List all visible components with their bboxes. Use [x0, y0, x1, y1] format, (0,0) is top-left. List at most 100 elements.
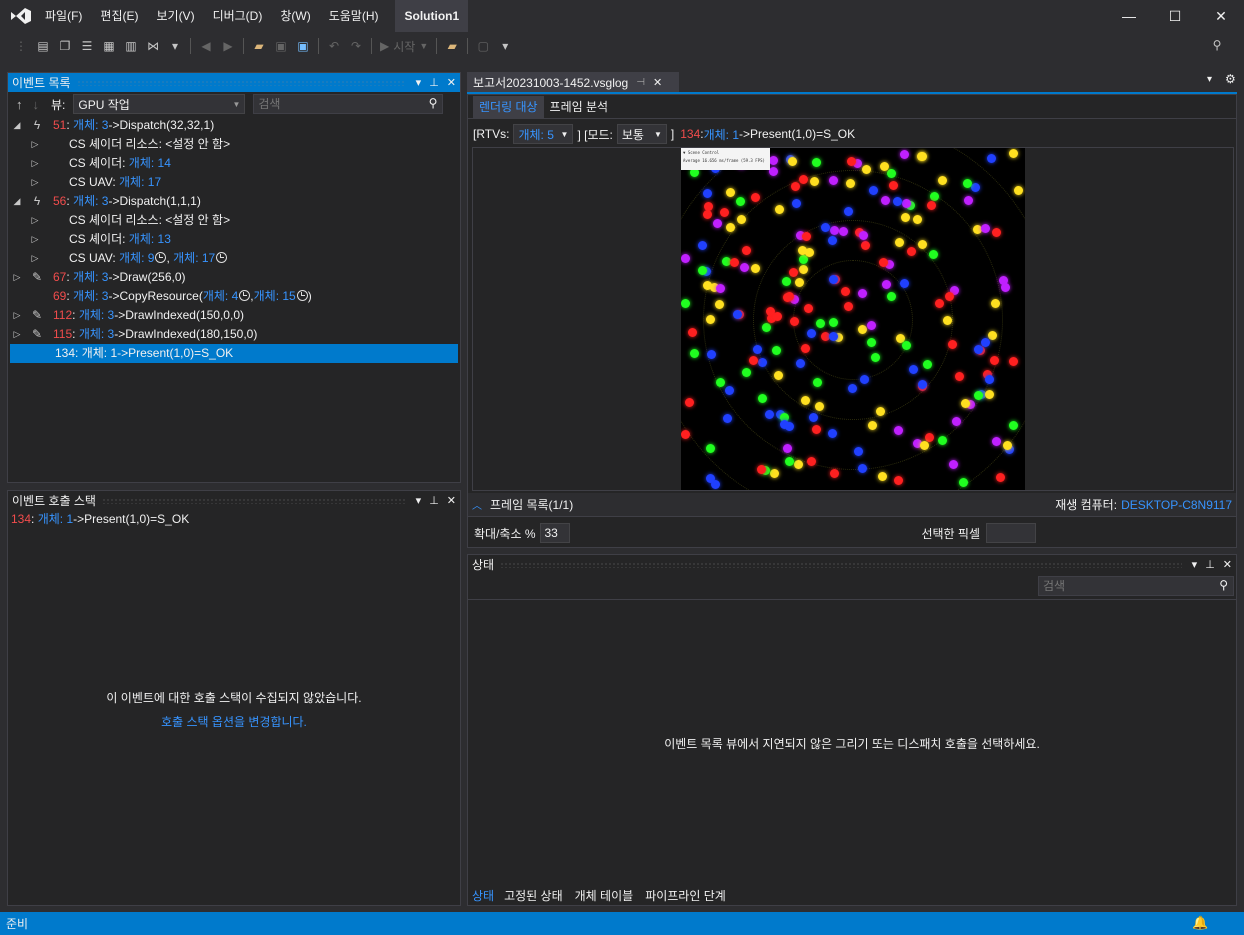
document-tab[interactable]: 보고서20231003-1452.vsglog ⊣ ✕	[467, 72, 679, 92]
mode-select[interactable]: 보통 ▼	[616, 124, 667, 144]
history-icon[interactable]	[216, 252, 228, 263]
tab-frame-analysis[interactable]: 프레임 분석	[544, 96, 615, 118]
event-list-icon[interactable]: ☰	[78, 37, 96, 55]
event-item[interactable]: ▷ ✎ 115: 개체: 3->DrawIndexed(180,150,0)	[8, 325, 460, 344]
event-item[interactable]: ▷ CS 셰이더: 개체: 14	[8, 154, 460, 173]
undo-icon[interactable]: ↶	[325, 37, 343, 55]
object-link[interactable]: 개체: 3	[73, 118, 108, 132]
tab-state[interactable]: 상태	[472, 887, 494, 904]
search-icon[interactable]: ⚲	[1219, 578, 1228, 592]
save-all-icon[interactable]: ▣	[294, 37, 312, 55]
menu-file[interactable]: 파일(F)	[36, 0, 91, 32]
expand-icon[interactable]: ▷	[30, 249, 40, 268]
object-link[interactable]: 개체: 17	[119, 175, 161, 189]
collapse-icon[interactable]: ◢	[12, 192, 22, 211]
object-link[interactable]: 개체: 13	[129, 232, 171, 246]
object-link[interactable]: 개체: 15	[254, 289, 296, 303]
pin-icon[interactable]: ⊥	[429, 74, 439, 92]
change-call-stack-options-link[interactable]: 호출 스택 옵션을 변경합니다.	[8, 713, 460, 730]
customize-toolbar-icon[interactable]: ▾	[166, 37, 184, 55]
pixel-history-icon[interactable]: ▥	[122, 37, 140, 55]
close-icon[interactable]: ✕	[447, 492, 456, 510]
object-link[interactable]: 개체: 14	[129, 156, 171, 170]
call-stack-entry[interactable]: 134: 개체: 1->Present(1,0)=S_OK	[8, 510, 460, 529]
close-icon[interactable]: ✕	[1223, 556, 1232, 574]
live-share-icon[interactable]: ⚲	[1208, 36, 1226, 54]
pin-icon[interactable]: ⊥	[429, 492, 439, 510]
table-icon[interactable]: ▦	[100, 37, 118, 55]
tab-pinned-state[interactable]: 고정된 상태	[504, 887, 563, 904]
toolbar-options-icon[interactable]: ▾	[496, 37, 514, 55]
event-item[interactable]: ▷ CS UAV: 개체: 9, 개체: 17	[8, 249, 460, 268]
minimize-button[interactable]: —	[1106, 0, 1152, 32]
view-select[interactable]: GPU 작업 ▼	[73, 94, 246, 114]
event-item[interactable]: 69: 개체: 3->CopyResource(개체: 4 ,개체: 15)	[8, 287, 460, 306]
menu-window[interactable]: 창(W)	[271, 0, 319, 32]
menu-view[interactable]: 보기(V)	[147, 0, 203, 32]
object-link[interactable]: 개체: 4	[203, 289, 238, 303]
object-link[interactable]: 개체: 3	[73, 270, 108, 284]
copy-icon[interactable]: ❐	[56, 37, 74, 55]
menu-debug[interactable]: 디버그(D)	[204, 0, 272, 32]
event-item[interactable]: ▷ CS UAV: 개체: 17	[8, 173, 460, 192]
pipeline-icon[interactable]: ⋈	[144, 37, 162, 55]
zoom-input[interactable]: 33	[539, 523, 570, 543]
search-icon[interactable]: ⚲	[429, 96, 438, 110]
event-item[interactable]: ◢ ϟ 51: 개체: 3->Dispatch(32,32,1)	[8, 116, 460, 135]
chevron-down-icon[interactable]: ▾	[1207, 74, 1212, 85]
open-folder-icon[interactable]: ▰	[250, 37, 268, 55]
panel-menu-icon[interactable]: ▾	[416, 74, 422, 92]
object-link[interactable]: 개체: 3	[79, 327, 114, 341]
object-link[interactable]: 개체: 9	[119, 251, 154, 265]
history-icon[interactable]	[155, 252, 167, 263]
maximize-button[interactable]: ☐	[1152, 0, 1198, 32]
menu-edit[interactable]: 편집(E)	[91, 0, 147, 32]
object-link[interactable]: 개체: 3	[73, 194, 108, 208]
event-item[interactable]: ▷ CS 셰이더 리소스: <설정 안 함>	[8, 135, 460, 154]
menu-help[interactable]: 도움말(H)	[320, 0, 388, 32]
rtv-select[interactable]: 개체: 5 ▼	[513, 124, 574, 144]
expand-icon[interactable]: ▷	[30, 173, 40, 192]
save-icon[interactable]: ▣	[272, 37, 290, 55]
expand-icon[interactable]: ▷	[30, 154, 40, 173]
render-target-viewport[interactable]: ▼ Scene Control Average 16.656 ms/frame …	[472, 147, 1234, 491]
arrow-down-icon[interactable]: ↓	[33, 97, 40, 112]
collapse-icon[interactable]: ◢	[12, 116, 22, 135]
event-item[interactable]: ◢ ϟ 56: 개체: 3->Dispatch(1,1,1)	[8, 192, 460, 211]
render-target-image[interactable]: ▼ Scene Control Average 16.656 ms/frame …	[681, 148, 1025, 490]
tab-pipeline-stages[interactable]: 파이프라인 단계	[645, 887, 726, 904]
panel-menu-icon[interactable]: ▾	[1192, 556, 1198, 574]
close-window-button[interactable]: ✕	[1198, 0, 1244, 32]
redo-icon[interactable]: ↷	[347, 37, 365, 55]
expand-icon[interactable]: ▷	[12, 325, 22, 344]
screenshot-icon[interactable]: ▢	[474, 37, 492, 55]
frame-list-label[interactable]: 프레임 목록(1/1)	[490, 496, 573, 513]
notification-bell-icon[interactable]: 🔔	[1192, 915, 1208, 931]
close-icon[interactable]: ✕	[447, 74, 456, 92]
state-search-input[interactable]	[1038, 576, 1234, 596]
gear-icon[interactable]: ⚙	[1225, 72, 1236, 86]
panel-menu-icon[interactable]: ▾	[416, 492, 422, 510]
event-item[interactable]: 134: 개체: 1->Present(1,0)=S_OK	[10, 344, 458, 363]
expand-icon[interactable]: ▷	[30, 135, 40, 154]
pin-icon[interactable]: ⊥	[1205, 556, 1215, 574]
event-item[interactable]: ▷ CS 셰이더: 개체: 13	[8, 230, 460, 249]
back-icon[interactable]: ◀	[197, 37, 215, 55]
object-link[interactable]: 개체: 3	[73, 289, 108, 303]
event-item[interactable]: ▷ ✎ 67: 개체: 3->Draw(256,0)	[8, 268, 460, 287]
expand-icon[interactable]: ▷	[30, 230, 40, 249]
start-debug-button[interactable]: ▶ 시작 ▼	[380, 38, 428, 55]
object-link[interactable]: 개체: 3	[79, 308, 114, 322]
find-in-files-icon[interactable]: ▰	[443, 37, 461, 55]
expand-icon[interactable]: ▷	[12, 306, 22, 325]
chevron-up-icon[interactable]: ︿	[472, 497, 482, 512]
pin-icon[interactable]: ⊣	[636, 77, 645, 88]
expand-icon[interactable]: ▷	[12, 268, 22, 287]
tab-render-target[interactable]: 렌더링 대상	[473, 95, 544, 118]
event-search-input[interactable]	[253, 94, 444, 114]
object-link[interactable]: 개체: 17	[173, 251, 215, 265]
arrow-up-icon[interactable]: ↑	[16, 97, 23, 112]
object-link[interactable]: 개체: 1	[704, 126, 739, 143]
object-link[interactable]: 개체: 1	[38, 512, 73, 526]
capture-frame-icon[interactable]: ▤	[34, 37, 52, 55]
